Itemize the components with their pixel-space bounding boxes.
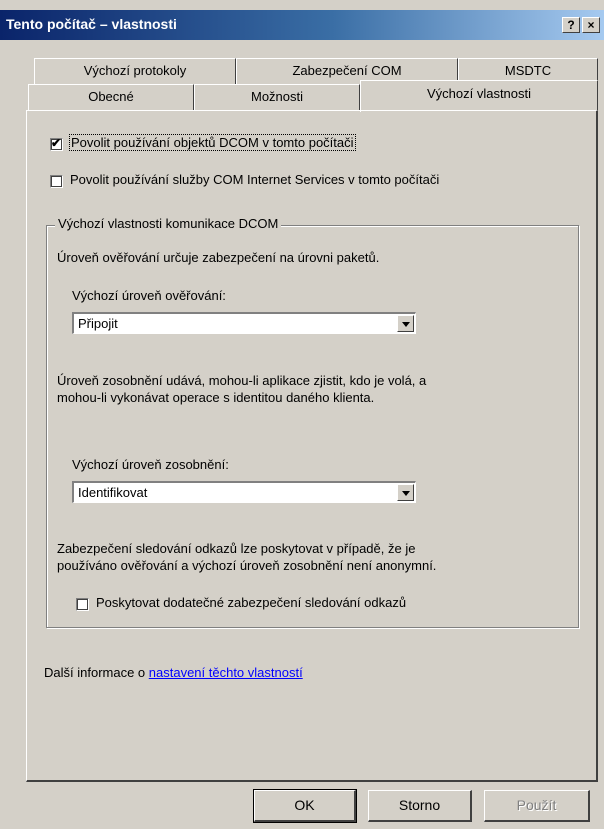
enable-cis-label[interactable]: Povolit používání služby COM Internet Se…: [70, 172, 439, 187]
impersonation-description-1: Úroveň zosobnění udává, mohou-li aplikac…: [57, 373, 427, 388]
title-bar[interactable]: Tento počítač – vlastnosti ? ×: [0, 10, 604, 40]
reference-tracking-label[interactable]: Poskytovat dodatečné zabezpečení sledová…: [96, 595, 406, 610]
auth-description: Úroveň ověřování určuje zabezpečení na ú…: [57, 250, 380, 265]
enable-dcom-checkbox[interactable]: ✔: [50, 136, 63, 151]
help-button[interactable]: ?: [562, 17, 580, 33]
impersonation-level-value: Identifikovat: [78, 485, 148, 500]
chevron-down-icon: [402, 491, 410, 496]
impersonation-level-label: Výchozí úroveň zosobnění:: [72, 457, 229, 472]
group-title: Výchozí vlastnosti komunikace DCOM: [55, 216, 282, 231]
tracking-description-1: Zabezpečení sledování odkazů lze poskyto…: [57, 541, 416, 556]
ok-button[interactable]: OK: [253, 789, 357, 823]
tab-default-properties[interactable]: Výchozí vlastnosti: [360, 80, 598, 112]
chevron-down-icon: [402, 322, 410, 327]
auth-level-value: Připojit: [78, 316, 118, 331]
help-icon: ?: [567, 18, 575, 32]
tab-general[interactable]: Obecné: [28, 84, 194, 110]
more-info-link[interactable]: nastavení těchto vlastností: [149, 665, 303, 680]
enable-dcom-label[interactable]: Povolit používání objektů DCOM v tomto p…: [69, 134, 356, 151]
enable-cis-checkbox[interactable]: [50, 175, 63, 188]
tracking-description-2: používáno ověřování a výchozí úroveň zos…: [57, 558, 437, 573]
impersonation-description-2: mohou-li vykonávat operace s identitou d…: [57, 390, 375, 405]
auth-level-select[interactable]: Připojit: [72, 312, 416, 334]
more-info-prefix: Další informace o: [44, 665, 149, 680]
reference-tracking-checkbox[interactable]: [76, 598, 89, 611]
tab-default-protocols[interactable]: Výchozí protokoly: [34, 58, 236, 84]
cancel-button[interactable]: Storno: [368, 790, 472, 822]
close-icon: ×: [587, 18, 595, 32]
check-icon: ✔: [51, 136, 62, 150]
close-button[interactable]: ×: [582, 17, 600, 33]
auth-level-label: Výchozí úroveň ověřování:: [72, 288, 226, 303]
window-title: Tento počítač – vlastnosti: [6, 16, 177, 32]
more-info-text: Další informace o nastavení těchto vlast…: [44, 665, 303, 680]
impersonation-level-select[interactable]: Identifikovat: [72, 481, 416, 503]
impersonation-level-dropdown-button[interactable]: [397, 484, 414, 501]
apply-button[interactable]: Použít: [484, 790, 590, 822]
auth-level-dropdown-button[interactable]: [397, 315, 414, 332]
tab-options[interactable]: Možnosti: [194, 84, 360, 110]
properties-dialog: Tento počítač – vlastnosti ? × Výchozí p…: [0, 0, 604, 829]
